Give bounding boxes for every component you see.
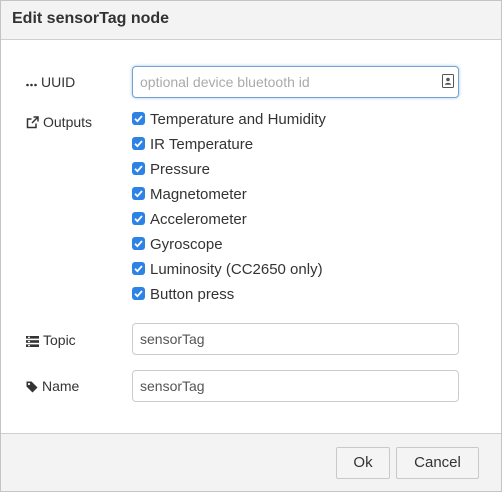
outputs-checkbox-list: Temperature and Humidity IR Temperature … [132,111,326,311]
tasks-icon [26,332,43,348]
external-link-icon [26,114,43,130]
cancel-button[interactable]: Cancel [396,447,479,479]
output-ir-temperature[interactable]: IR Temperature [132,136,326,161]
name-label: Name [26,378,79,394]
output-label: IR Temperature [150,136,254,153]
topic-input[interactable] [132,323,459,355]
checkbox-checked[interactable] [132,287,145,300]
uuid-input[interactable] [132,66,459,98]
output-label: Luminosity (CC2650 only) [150,261,323,278]
checkbox-checked[interactable] [132,212,145,225]
outputs-label-text: Outputs [43,114,93,130]
outputs-label: Outputs [26,114,92,130]
output-magnetometer[interactable]: Magnetometer [132,186,326,211]
name-input[interactable] [132,370,459,402]
tag-icon [26,378,42,394]
output-accelerometer[interactable]: Accelerometer [132,211,326,236]
output-gyroscope[interactable]: Gyroscope [132,236,326,261]
output-label: Pressure [150,161,211,178]
name-label-text: Name [42,378,80,394]
topic-label: Topic [26,332,76,348]
topic-label-text: Topic [43,332,76,348]
ok-button[interactable]: Ok [336,447,390,479]
output-label: Button press [150,286,235,303]
checkbox-checked[interactable] [132,262,145,275]
checkbox-checked[interactable] [132,162,145,175]
dialog-title: Edit sensorTag node [12,10,170,27]
output-pressure[interactable]: Pressure [132,161,326,186]
output-label: Accelerometer [150,211,247,228]
output-button-press[interactable]: Button press [132,286,326,311]
checkbox-checked[interactable] [132,187,145,200]
edit-node-dialog: Edit sensorTag node UUID Outputs Tempera… [0,0,502,492]
address-book-icon[interactable] [442,74,456,90]
output-label: Magnetometer [150,186,247,203]
uuid-label: UUID [26,74,75,90]
output-temperature-humidity[interactable]: Temperature and Humidity [132,111,326,136]
checkbox-checked[interactable] [132,137,145,150]
output-label: Gyroscope [150,236,223,253]
uuid-label-text: UUID [41,74,76,90]
checkbox-checked[interactable] [132,237,145,250]
output-luminosity[interactable]: Luminosity (CC2650 only) [132,261,326,286]
ellipsis-icon [26,74,41,90]
output-label: Temperature and Humidity [150,111,326,128]
checkbox-checked[interactable] [132,112,145,125]
dialog-titlebar: Edit sensorTag node [1,1,501,40]
